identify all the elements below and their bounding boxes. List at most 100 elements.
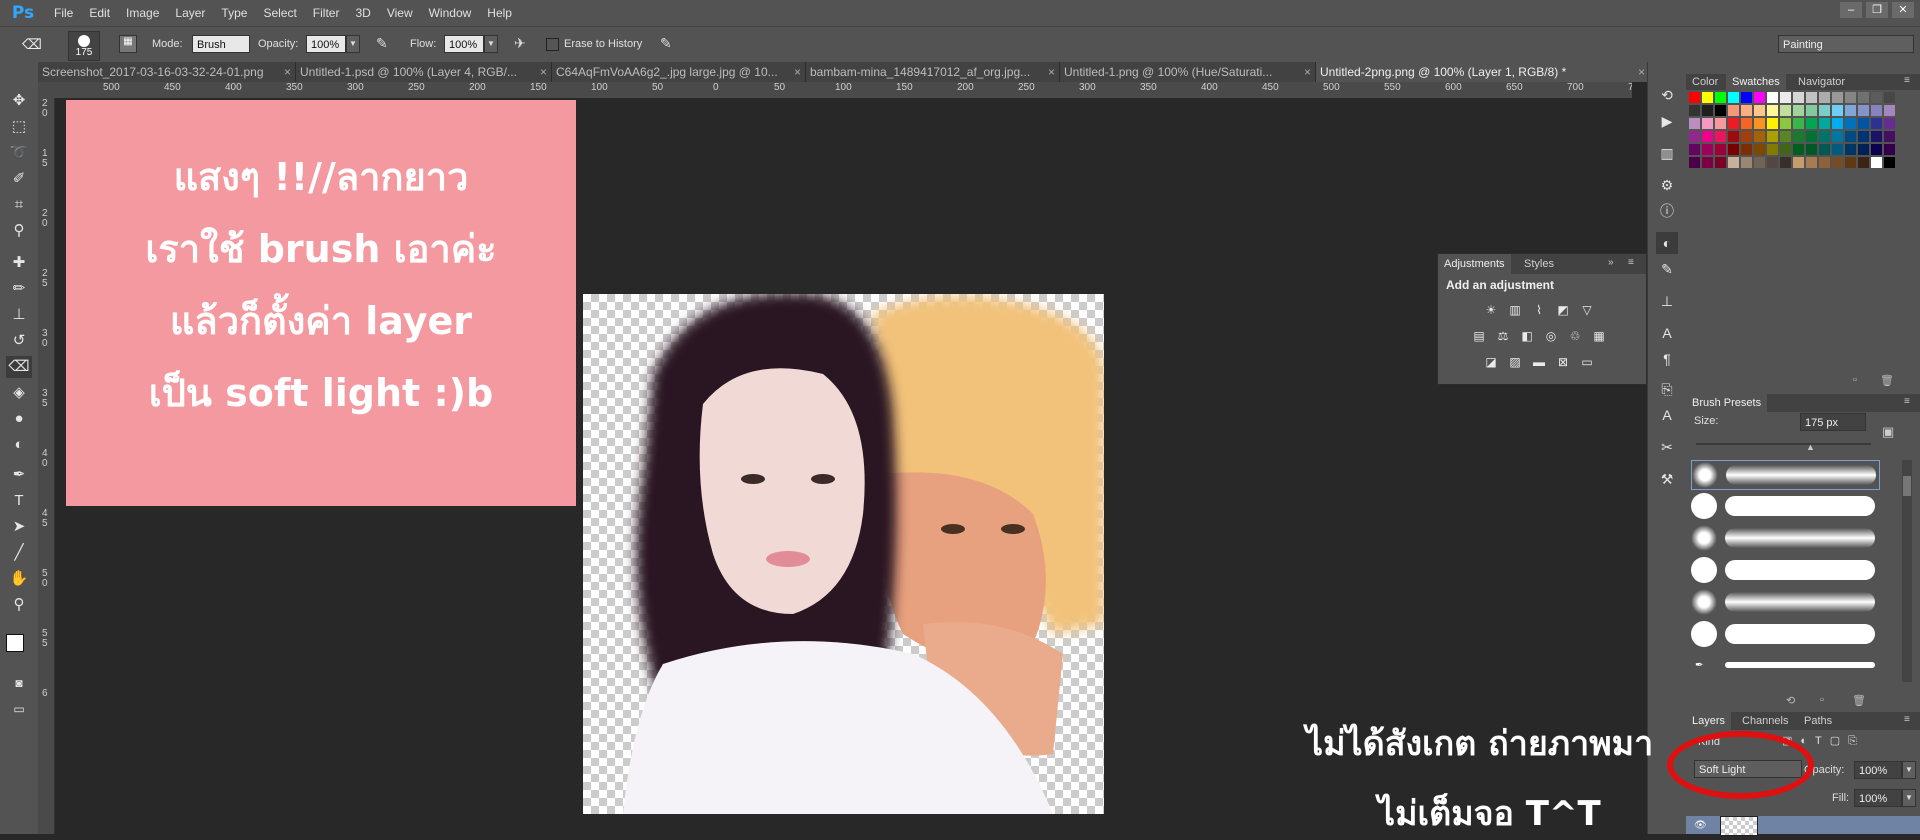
swatch[interactable] bbox=[1832, 118, 1843, 129]
swatch[interactable] bbox=[1806, 92, 1817, 103]
swatch[interactable] bbox=[1715, 118, 1726, 129]
swatch[interactable] bbox=[1819, 92, 1830, 103]
swatch[interactable] bbox=[1689, 131, 1700, 142]
swatch[interactable] bbox=[1845, 105, 1856, 116]
swatch[interactable] bbox=[1702, 92, 1713, 103]
swatch[interactable] bbox=[1845, 144, 1856, 155]
tab-close-icon[interactable]: × bbox=[1048, 62, 1055, 82]
tab-color[interactable]: Color bbox=[1686, 74, 1724, 90]
swatch[interactable] bbox=[1689, 157, 1700, 168]
healing-brush-tool-icon[interactable]: ✚ bbox=[6, 252, 32, 274]
swatch[interactable] bbox=[1689, 144, 1700, 155]
swatch[interactable] bbox=[1741, 92, 1752, 103]
color-balance-icon[interactable]: ⚖ bbox=[1494, 328, 1512, 344]
tab-untitled-1-psd[interactable]: Untitled-1.psd @ 100% (Layer 4, RGB/... × bbox=[296, 62, 552, 82]
swatch[interactable] bbox=[1871, 118, 1882, 129]
type-tool-icon[interactable]: T bbox=[6, 490, 32, 512]
brush-picker[interactable]: 175 bbox=[68, 31, 100, 61]
swatch[interactable] bbox=[1754, 105, 1765, 116]
layer-row-layer-1[interactable]: 👁 bbox=[1686, 816, 1920, 836]
screen-mode-icon[interactable]: ▭ bbox=[6, 698, 32, 720]
swatch[interactable] bbox=[1702, 118, 1713, 129]
brush-list-scrollbar[interactable] bbox=[1902, 460, 1912, 682]
flow-input[interactable]: 100% bbox=[444, 35, 484, 53]
minimize-button[interactable]: – bbox=[1840, 2, 1862, 18]
collapse-panel-icon[interactable]: » bbox=[1608, 257, 1614, 268]
marquee-tool-icon[interactable]: ⬚ bbox=[6, 116, 32, 138]
swatch[interactable] bbox=[1715, 131, 1726, 142]
tab-untitled-1-png[interactable]: Untitled-1.png @ 100% (Hue/Saturati... × bbox=[1060, 62, 1316, 82]
brush-preset-hard-round-3[interactable] bbox=[1691, 620, 1878, 648]
swatch[interactable] bbox=[1780, 118, 1791, 129]
swatch[interactable] bbox=[1767, 105, 1778, 116]
eraser-tool-icon[interactable]: ⌫ bbox=[22, 36, 42, 53]
swatch[interactable] bbox=[1741, 118, 1752, 129]
blur-tool-icon[interactable]: ● bbox=[6, 408, 32, 430]
channel-mixer-icon[interactable]: ♲ bbox=[1566, 328, 1584, 344]
swatch[interactable] bbox=[1754, 92, 1765, 103]
swatch[interactable] bbox=[1832, 105, 1843, 116]
scrollbar-thumb[interactable] bbox=[1903, 476, 1911, 496]
foreground-color-swatch[interactable] bbox=[6, 634, 24, 652]
tab-styles[interactable]: Styles bbox=[1518, 254, 1560, 274]
clone-source-icon[interactable]: ⊥ bbox=[1656, 290, 1678, 312]
zoom-tool-icon[interactable]: ⚲ bbox=[6, 594, 32, 616]
swatch[interactable] bbox=[1858, 144, 1869, 155]
menu-image[interactable]: Image bbox=[118, 6, 167, 20]
tab-close-icon[interactable]: × bbox=[1638, 62, 1645, 82]
opacity-dropdown-icon[interactable]: ▼ bbox=[346, 35, 360, 53]
pressure-size-icon[interactable]: ✎ bbox=[660, 35, 672, 52]
posterize-icon[interactable]: ▨ bbox=[1506, 354, 1524, 370]
lasso-tool-icon[interactable]: ➰ bbox=[6, 142, 32, 164]
swatch[interactable] bbox=[1858, 157, 1869, 168]
swatch[interactable] bbox=[1728, 105, 1739, 116]
tab-swatches[interactable]: Swatches bbox=[1726, 74, 1786, 90]
erase-to-history-checkbox[interactable] bbox=[546, 38, 559, 51]
size-slider-track[interactable] bbox=[1696, 443, 1871, 445]
panel-menu-icon[interactable]: ≡ bbox=[1904, 396, 1910, 407]
threshold-icon[interactable]: ▬ bbox=[1530, 354, 1548, 370]
swatch[interactable] bbox=[1780, 131, 1791, 142]
swatch[interactable] bbox=[1845, 131, 1856, 142]
mode-select[interactable]: Brush bbox=[192, 35, 250, 53]
character-icon[interactable]: A bbox=[1656, 322, 1678, 344]
swatch[interactable] bbox=[1845, 157, 1856, 168]
swatch[interactable] bbox=[1689, 105, 1700, 116]
swatch[interactable] bbox=[1806, 131, 1817, 142]
airbrush-icon[interactable]: ✈ bbox=[514, 35, 526, 52]
menu-edit[interactable]: Edit bbox=[81, 6, 118, 20]
brush-options-icon[interactable]: ▣ bbox=[1882, 424, 1894, 440]
swatch[interactable] bbox=[1884, 105, 1895, 116]
swatch[interactable] bbox=[1845, 118, 1856, 129]
swatch[interactable] bbox=[1689, 92, 1700, 103]
swatch[interactable] bbox=[1728, 157, 1739, 168]
swatch[interactable] bbox=[1806, 157, 1817, 168]
new-swatch-icon[interactable]: ▫ bbox=[1853, 374, 1857, 386]
tab-paths[interactable]: Paths bbox=[1798, 712, 1838, 730]
brightness-contrast-icon[interactable]: ☀ bbox=[1482, 302, 1500, 318]
tab-close-icon[interactable]: × bbox=[794, 62, 801, 82]
tab-screenshot[interactable]: Screenshot_2017-03-16-03-32-24-01.png × bbox=[38, 62, 296, 82]
eye-icon[interactable]: 👁 bbox=[1694, 820, 1707, 831]
histogram-icon[interactable]: ▥ bbox=[1656, 142, 1678, 164]
swatch[interactable] bbox=[1767, 144, 1778, 155]
swatch[interactable] bbox=[1702, 105, 1713, 116]
swatch[interactable] bbox=[1741, 131, 1752, 142]
tab-close-icon[interactable]: × bbox=[540, 62, 547, 82]
brush-preset-calligraphic[interactable]: ✒ bbox=[1691, 652, 1878, 680]
tab-navigator[interactable]: Navigator bbox=[1792, 74, 1851, 90]
swatch[interactable] bbox=[1884, 118, 1895, 129]
eraser-tool-icon[interactable]: ⌫ bbox=[6, 356, 32, 378]
line-tool-icon[interactable]: ╱ bbox=[6, 542, 32, 564]
curves-icon[interactable]: ⌇ bbox=[1530, 302, 1548, 318]
menu-type[interactable]: Type bbox=[213, 6, 255, 20]
swatch[interactable] bbox=[1884, 144, 1895, 155]
swatch[interactable] bbox=[1715, 92, 1726, 103]
swatch[interactable] bbox=[1702, 144, 1713, 155]
swatch[interactable] bbox=[1832, 92, 1843, 103]
swatch[interactable] bbox=[1793, 144, 1804, 155]
swatch[interactable] bbox=[1871, 144, 1882, 155]
tab-bambam-mina[interactable]: bambam-mina_1489417012_af_org.jpg... × bbox=[806, 62, 1060, 82]
swatch[interactable] bbox=[1884, 131, 1895, 142]
character-styles-icon[interactable]: A bbox=[1656, 404, 1678, 426]
